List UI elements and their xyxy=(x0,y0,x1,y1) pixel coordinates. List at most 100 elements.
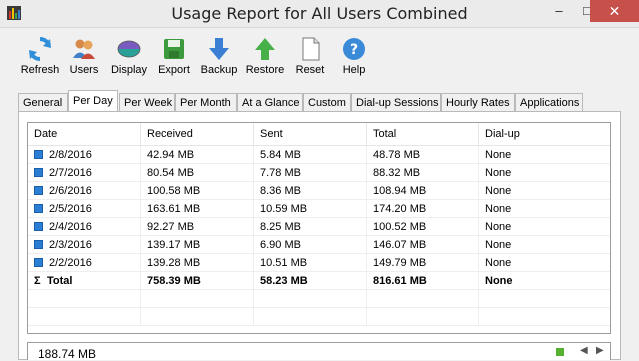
help-button[interactable]: ? Help xyxy=(339,36,369,76)
table-row[interactable]: 2/2/2016 139.28 MB 10.51 MB 149.79 MB No… xyxy=(28,253,610,272)
received-cell: 163.61 MB xyxy=(140,199,254,218)
received-cell: 92.27 MB xyxy=(140,217,254,236)
date-value: 2/7/2016 xyxy=(49,166,92,179)
users-label: Users xyxy=(69,64,99,76)
column-total[interactable]: Total xyxy=(366,123,479,146)
dial-up-cell: None xyxy=(478,145,610,164)
received-cell: 80.54 MB xyxy=(140,163,254,182)
display-button[interactable]: Display xyxy=(110,36,148,76)
column-sent[interactable]: Sent xyxy=(253,123,367,146)
tab-per-week[interactable]: Per Week xyxy=(119,93,175,111)
total-cell: 108.94 MB xyxy=(366,181,479,200)
date-value: 2/3/2016 xyxy=(49,238,92,251)
total-total-cell: 816.61 MB xyxy=(366,271,479,290)
total-label: Total xyxy=(47,274,73,287)
date-value: 2/5/2016 xyxy=(49,202,92,215)
table-row[interactable]: 2/6/2016 100.58 MB 8.36 MB 108.94 MB Non… xyxy=(28,181,610,200)
row-marker-icon xyxy=(34,150,43,160)
date-value: 2/4/2016 xyxy=(49,220,92,233)
total-row[interactable]: Σ Total 758.39 MB 58.23 MB 816.61 MB None xyxy=(28,271,610,290)
tab-dial-up-sessions[interactable]: Dial-up Sessions xyxy=(351,93,441,111)
refresh-button[interactable]: Refresh xyxy=(20,36,60,76)
reset-button[interactable]: Reset xyxy=(293,36,327,76)
table-row[interactable]: 2/3/2016 139.17 MB 6.90 MB 146.07 MB Non… xyxy=(28,235,610,254)
usage-graph: 188.74 MB ◀ ▶ xyxy=(27,342,611,361)
tab-at-a-glance[interactable]: At a Glance xyxy=(237,93,303,111)
total-dial-up-cell: None xyxy=(478,271,610,290)
close-button[interactable]: ✕ xyxy=(590,0,639,22)
date-cell: 2/8/2016 xyxy=(28,145,141,164)
tab-applications[interactable]: Applications xyxy=(515,93,583,111)
display-icon xyxy=(117,40,141,58)
table-row[interactable]: 2/8/2016 42.94 MB 5.84 MB 48.78 MB None xyxy=(28,145,610,164)
sent-cell: 10.51 MB xyxy=(253,253,367,272)
received-cell: 42.94 MB xyxy=(140,145,254,164)
sent-cell: 8.36 MB xyxy=(253,181,367,200)
column-received[interactable]: Received xyxy=(140,123,254,146)
graph-max-label: 188.74 MB xyxy=(38,347,97,361)
empty-row xyxy=(28,289,610,308)
export-icon xyxy=(164,39,184,59)
total-cell: 146.07 MB xyxy=(366,235,479,254)
table-row[interactable]: 2/4/2016 92.27 MB 8.25 MB 100.52 MB None xyxy=(28,217,610,236)
date-value: 2/6/2016 xyxy=(49,184,92,197)
tab-per-day[interactable]: Per Day xyxy=(68,90,118,112)
tab-general[interactable]: General xyxy=(18,93,68,111)
total-label-cell: Σ Total xyxy=(28,271,141,290)
date-cell: 2/3/2016 xyxy=(28,235,141,254)
reset-label: Reset xyxy=(295,64,325,76)
date-cell: 2/2/2016 xyxy=(28,253,141,272)
row-marker-icon xyxy=(34,168,43,178)
column-date[interactable]: Date xyxy=(28,123,141,146)
tab-hourly-rates[interactable]: Hourly Rates xyxy=(441,93,515,111)
row-marker-icon xyxy=(34,204,43,214)
date-cell: 2/7/2016 xyxy=(28,163,141,182)
sent-cell: 5.84 MB xyxy=(253,145,367,164)
users-button[interactable]: Users xyxy=(68,36,100,76)
table-header: Date Received Sent Total Dial-up xyxy=(28,123,610,146)
svg-text:?: ? xyxy=(350,42,358,58)
restore-label: Restore xyxy=(245,64,285,76)
date-cell: 2/4/2016 xyxy=(28,217,141,236)
total-sent-cell: 58.23 MB xyxy=(253,271,367,290)
users-icon xyxy=(73,39,95,59)
received-cell: 100.58 MB xyxy=(140,181,254,200)
refresh-icon xyxy=(29,37,51,61)
date-value: 2/2/2016 xyxy=(49,256,92,269)
display-label: Display xyxy=(110,64,148,76)
title-bar: Usage Report for All Users Combined – □ … xyxy=(0,0,639,28)
total-cell: 174.20 MB xyxy=(366,199,479,218)
date-cell: 2/5/2016 xyxy=(28,199,141,218)
graph-legend-marker[interactable] xyxy=(556,348,564,356)
backup-icon xyxy=(209,38,229,60)
received-cell: 139.28 MB xyxy=(140,253,254,272)
scroll-right-icon[interactable]: ▶ xyxy=(596,345,604,356)
empty-row xyxy=(28,307,610,326)
dial-up-cell: None xyxy=(478,235,610,254)
total-cell: 48.78 MB xyxy=(366,145,479,164)
sent-cell: 7.78 MB xyxy=(253,163,367,182)
total-cell: 100.52 MB xyxy=(366,217,479,236)
tab-per-month[interactable]: Per Month xyxy=(175,93,237,111)
sigma-icon: Σ xyxy=(34,274,41,287)
export-label: Export xyxy=(158,64,190,76)
tab-custom[interactable]: Custom xyxy=(303,93,351,111)
dial-up-cell: None xyxy=(478,217,610,236)
sent-cell: 8.25 MB xyxy=(253,217,367,236)
total-cell: 149.79 MB xyxy=(366,253,479,272)
usage-table[interactable]: Date Received Sent Total Dial-up 2/8/201… xyxy=(27,122,611,334)
dial-up-cell: None xyxy=(478,253,610,272)
dial-up-cell: None xyxy=(478,163,610,182)
date-value: 2/8/2016 xyxy=(49,148,92,161)
export-button[interactable]: Export xyxy=(156,36,192,76)
received-cell: 139.17 MB xyxy=(140,235,254,254)
table-row[interactable]: 2/7/2016 80.54 MB 7.78 MB 88.32 MB None xyxy=(28,163,610,182)
backup-button[interactable]: Backup xyxy=(200,36,238,76)
restore-button[interactable]: Restore xyxy=(244,36,286,76)
scroll-left-icon[interactable]: ◀ xyxy=(580,345,588,356)
column-dial-up[interactable]: Dial-up xyxy=(478,123,610,146)
sent-cell: 6.90 MB xyxy=(253,235,367,254)
table-row[interactable]: 2/5/2016 163.61 MB 10.59 MB 174.20 MB No… xyxy=(28,199,610,218)
refresh-label: Refresh xyxy=(20,64,60,76)
dial-up-cell: None xyxy=(478,181,610,200)
